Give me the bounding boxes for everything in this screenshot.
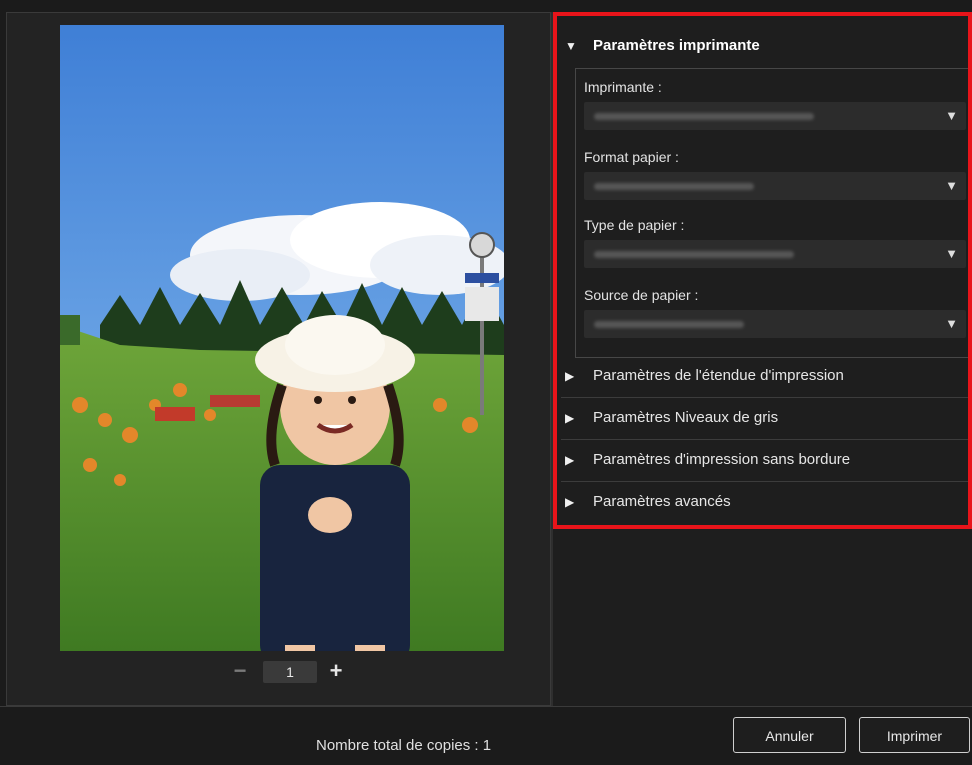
- triangle-right-icon: ▶: [565, 411, 575, 425]
- decrease-copies-button[interactable]: −: [227, 657, 253, 687]
- paper-size-label: Format papier :: [584, 149, 679, 165]
- paper-source-label: Source de papier :: [584, 287, 699, 303]
- dropdown-arrow-icon: ▼: [945, 178, 958, 193]
- paper-size-select[interactable]: ▼: [584, 172, 966, 200]
- paper-source-select[interactable]: ▼: [584, 310, 966, 338]
- section-advanced[interactable]: ▶ Paramètres avancés: [565, 482, 972, 522]
- triangle-right-icon: ▶: [565, 453, 575, 467]
- section-title: Paramètres imprimante: [593, 37, 760, 54]
- blurred-value: [594, 113, 814, 120]
- section-borderless[interactable]: ▶ Paramètres d'impression sans bordure: [565, 440, 972, 480]
- section-grayscale[interactable]: ▶ Paramètres Niveaux de gris: [565, 398, 972, 438]
- footer-bar: Nombre total de copies : 1 Annuler Impri…: [0, 706, 972, 765]
- printer-select[interactable]: ▼: [584, 102, 966, 130]
- preview-photo: [60, 25, 504, 651]
- section-title: Paramètres avancés: [593, 493, 731, 510]
- section-title: Paramètres d'impression sans bordure: [593, 451, 851, 468]
- triangle-right-icon: ▶: [565, 369, 575, 383]
- media-type-select[interactable]: ▼: [584, 240, 966, 268]
- blurred-value: [594, 183, 754, 190]
- increase-copies-button[interactable]: +: [323, 657, 349, 687]
- section-title: Paramètres Niveaux de gris: [593, 409, 779, 426]
- blurred-value: [594, 251, 794, 258]
- printer-label: Imprimante :: [584, 79, 662, 95]
- blurred-value: [594, 321, 744, 328]
- section-print-area[interactable]: ▶ Paramètres de l'étendue d'impression: [565, 356, 972, 396]
- section-printer-settings[interactable]: ▼ Paramètres imprimante: [565, 26, 972, 66]
- dropdown-arrow-icon: ▼: [945, 246, 958, 261]
- copies-stepper: − 1 +: [227, 657, 357, 687]
- cancel-button[interactable]: Annuler: [733, 717, 846, 753]
- print-dialog: − 1 + ▼ Paramètres imprimante Imprimante …: [0, 0, 972, 765]
- section-title: Paramètres de l'étendue d'impression: [593, 367, 844, 384]
- media-type-label: Type de papier :: [584, 217, 685, 233]
- printer-settings-group: Imprimante : ▼ Format papier : ▼ Type de…: [575, 68, 972, 358]
- dropdown-arrow-icon: ▼: [945, 108, 958, 123]
- total-copies-text: Nombre total de copies : 1: [316, 737, 492, 754]
- dropdown-arrow-icon: ▼: [945, 316, 958, 331]
- print-button[interactable]: Imprimer: [859, 717, 970, 753]
- copies-input[interactable]: 1: [263, 661, 317, 683]
- preview-pane: − 1 +: [6, 12, 551, 706]
- photo-girl-on-hill-image: [60, 25, 504, 651]
- triangle-down-icon: ▼: [565, 39, 577, 53]
- settings-pane: ▼ Paramètres imprimante Imprimante : ▼ Fo…: [553, 12, 972, 706]
- triangle-right-icon: ▶: [565, 495, 575, 509]
